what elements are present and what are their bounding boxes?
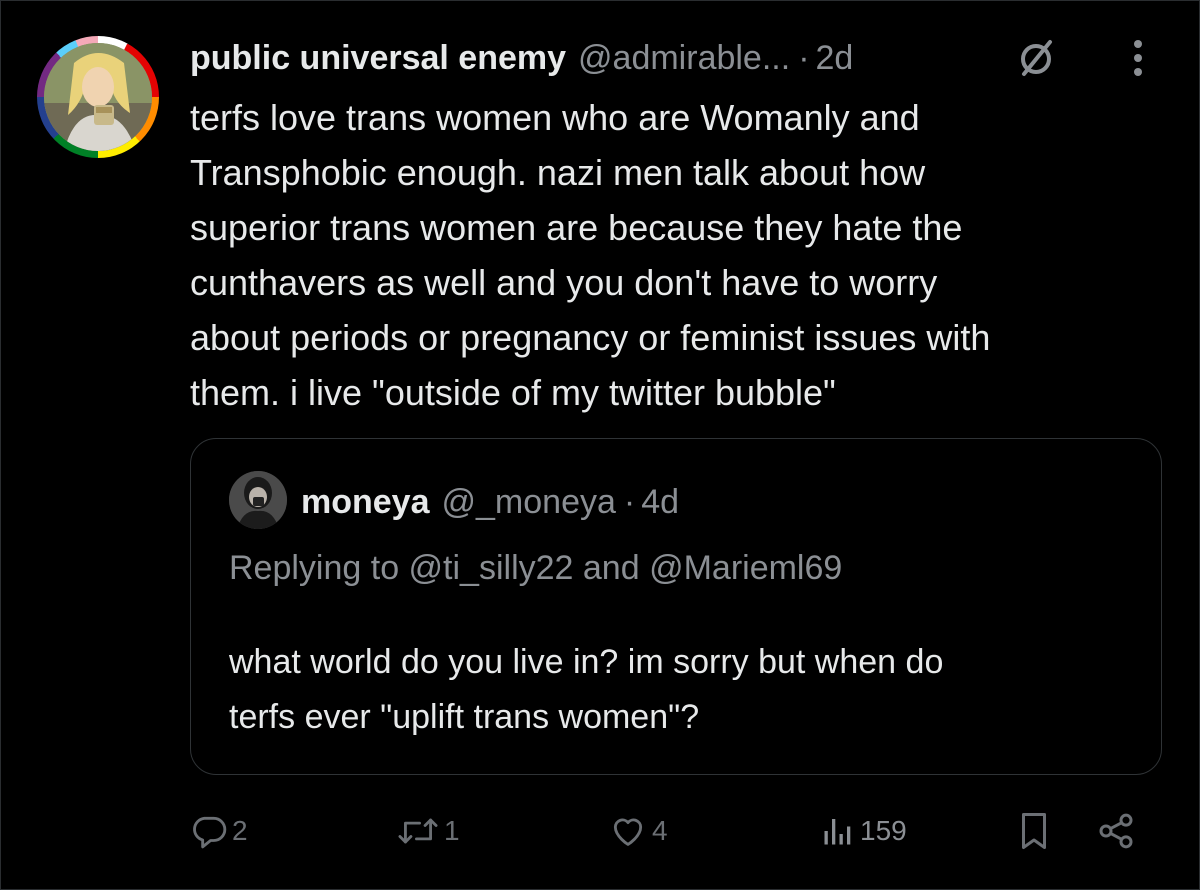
tweet-header: public universal enemy @admirable... · 2… <box>190 36 853 80</box>
reply-icon <box>190 812 228 850</box>
quote-header: moneya @_moneya · 4d <box>301 481 679 523</box>
tweet-text: terfs love trans women who are Womanly a… <box>190 97 991 413</box>
tweet-time[interactable]: 2d <box>816 39 854 78</box>
more-vertical-icon[interactable] <box>1124 36 1152 84</box>
quote-author-name[interactable]: moneya <box>301 483 430 522</box>
author-handle[interactable]: @admirable... <box>578 39 790 78</box>
action-bar: 2 1 4 159 <box>0 805 1200 857</box>
quote-author-avatar <box>229 471 287 529</box>
views-icon <box>820 812 856 850</box>
views-count: 159 <box>860 815 907 846</box>
bookmark-button[interactable] <box>1016 805 1052 857</box>
views-button[interactable]: 159 <box>820 805 907 857</box>
quoted-tweet[interactable]: moneya @_moneya · 4d Replying to @ti_sil… <box>190 438 1162 775</box>
share-button[interactable] <box>1096 805 1136 857</box>
share-icon <box>1096 811 1136 851</box>
like-icon <box>608 812 648 850</box>
author-avatar[interactable] <box>37 36 159 158</box>
like-button[interactable]: 4 <box>608 805 668 857</box>
quote-replying-to: Replying to @ti_silly22 and @Marieml69 <box>229 549 843 587</box>
author-name[interactable]: public universal enemy <box>190 39 566 78</box>
bookmark-icon <box>1016 810 1052 852</box>
avatar-image <box>44 43 152 151</box>
retweet-icon <box>396 812 440 850</box>
reply-button[interactable]: 2 <box>190 805 248 857</box>
separator-dot: · <box>798 38 810 77</box>
like-count: 4 <box>652 815 668 846</box>
reply-count: 2 <box>232 815 248 846</box>
grok-slash-icon[interactable] <box>1014 36 1058 80</box>
retweet-count: 1 <box>444 815 460 846</box>
quote-time[interactable]: 4d <box>641 483 679 522</box>
retweet-button[interactable]: 1 <box>396 805 460 857</box>
quote-separator-dot: · <box>623 482 636 521</box>
quote-author-handle[interactable]: @_moneya <box>442 483 616 522</box>
quote-text: what world do you live in? im sorry but … <box>229 643 944 736</box>
